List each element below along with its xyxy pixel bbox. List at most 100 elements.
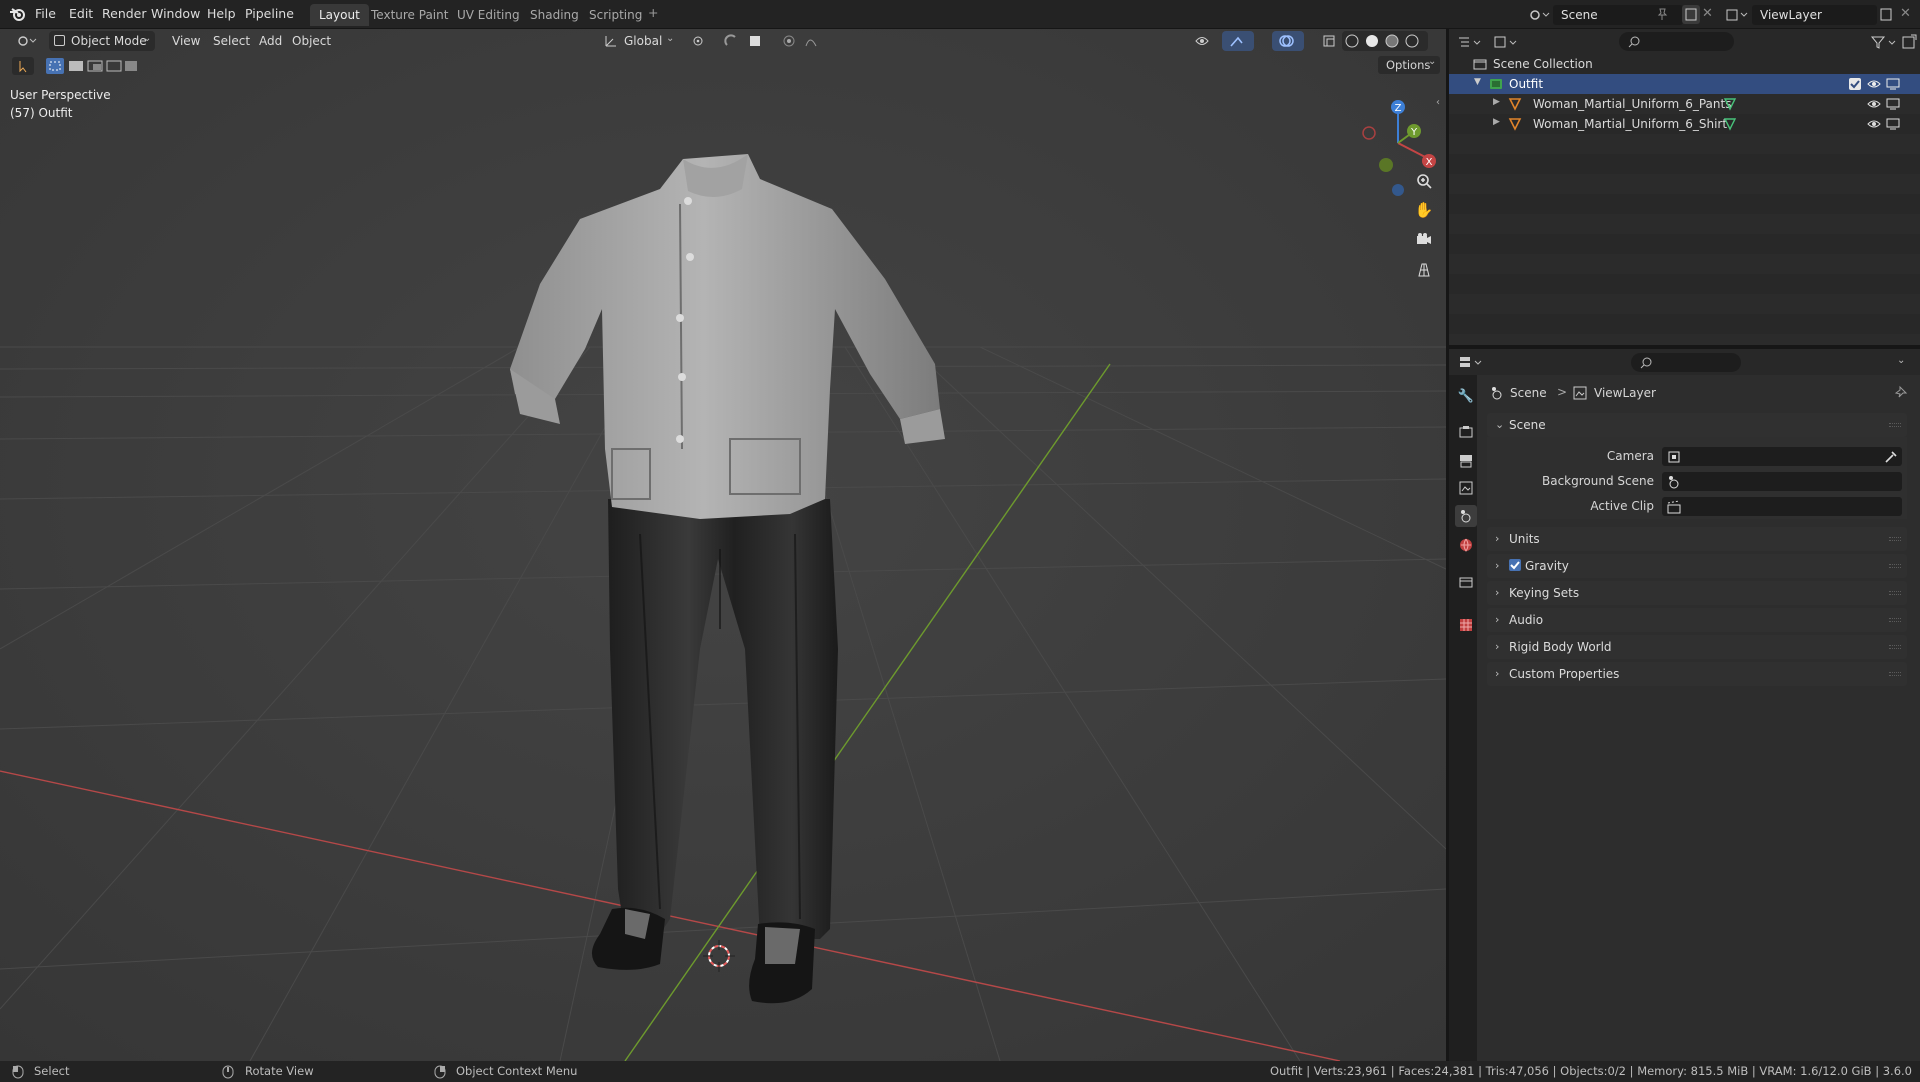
outliner-search-input[interactable] [1619,32,1734,51]
add-workspace-button[interactable]: + [648,5,658,20]
new-viewlayer-button[interactable] [1877,5,1895,24]
editor-type-icon[interactable] [11,31,41,51]
display-mode-icon[interactable] [1491,33,1521,53]
grid-perspective-icon[interactable] [1410,256,1438,284]
menu-window[interactable]: Window [151,6,200,21]
panel-grip[interactable] [1889,618,1901,622]
chevron-right-icon: › [1495,586,1500,599]
world-tab-icon[interactable] [1455,534,1477,556]
snap-icon[interactable] [718,31,740,51]
active-clip-field[interactable] [1662,497,1902,516]
outliner-row-scene-collection[interactable]: Scene Collection [1449,54,1920,74]
menu-edit[interactable]: Edit [69,6,93,21]
menu-view[interactable]: View [166,31,206,51]
panel-grip[interactable] [1889,564,1901,568]
panel-custom-properties[interactable]: › Custom Properties [1487,662,1907,686]
filter-icon[interactable] [1869,33,1899,53]
panel-audio[interactable]: › Audio [1487,608,1907,632]
pin-icon[interactable] [1894,385,1908,399]
expand-arrow-icon[interactable]: ▼ [1474,77,1481,87]
expand-arrow-icon[interactable]: ▶ [1493,97,1500,107]
tab-uv-editing[interactable]: UV Editing [448,4,529,26]
panel-units[interactable]: › Units [1487,527,1907,551]
breadcrumb-viewlayer: ViewLayer [1594,386,1656,400]
gizmo-z-label: Z [1395,103,1402,114]
gravity-checkbox[interactable] [1509,559,1521,571]
properties-editor-icon[interactable] [1457,353,1487,373]
collection-checkbox[interactable] [1849,78,1861,90]
scene-icon [1492,387,1502,400]
pin-scene-icon[interactable] [1655,7,1669,21]
tab-shading[interactable]: Shading [521,4,588,26]
chevron-right-icon: › [1495,613,1500,626]
proportional-edit-icon[interactable] [776,31,798,51]
tool-tab-icon[interactable]: 🔧 [1455,385,1477,407]
delete-viewlayer-icon[interactable]: ✕ [1900,6,1911,21]
tab-layout[interactable]: Layout [310,4,369,26]
visibility-icon[interactable] [1188,31,1218,51]
scene-tab-icon[interactable] [1455,505,1477,527]
delete-scene-icon[interactable]: ✕ [1702,6,1713,21]
texture-tab-icon[interactable] [1455,614,1477,636]
blender-logo-icon[interactable] [9,6,27,22]
select-tool-icon[interactable] [12,57,34,75]
view-layer-tab-icon[interactable] [1455,477,1477,499]
collection-tab-icon[interactable] [1455,571,1477,593]
menu-add[interactable]: Add [253,31,288,51]
render-tab-icon[interactable] [1455,421,1477,443]
panel-keying-sets[interactable]: › Keying Sets [1487,581,1907,605]
outliner-editor-icon[interactable] [1455,33,1485,53]
panel-grip[interactable] [1889,591,1901,595]
menu-select[interactable]: Select [207,31,256,51]
panel-grip[interactable] [1889,672,1901,676]
menu-help[interactable]: Help [207,6,236,21]
outliner-row-outfit[interactable]: ▼ Outfit [1449,74,1920,94]
panel-grip[interactable] [1889,645,1901,649]
snap-target-icon[interactable] [742,31,770,51]
panel-scene-header[interactable]: ⌄ Scene [1487,413,1907,437]
camera-view-icon[interactable] [1410,225,1438,253]
menu-pipeline[interactable]: Pipeline [245,6,294,21]
falloff-icon[interactable] [798,31,826,51]
gizmo-toggle-icon[interactable] [1222,31,1254,51]
new-scene-button[interactable] [1682,5,1700,24]
outliner-row-pants[interactable]: ▶ Woman_Martial_Uniform_6_Pants [1449,94,1920,114]
material-shading-icon [1385,34,1399,48]
breadcrumb: Scene > ViewLayer [1490,384,1890,404]
overlays-icon[interactable] [1272,31,1304,51]
camera-object-icon [1668,451,1680,463]
properties-search-input[interactable] [1631,353,1741,372]
viewlayer-browse-icon[interactable] [1724,5,1750,25]
options-dropdown[interactable]: Options ⌄ [1378,56,1440,74]
view-perspective-label: User Perspective [10,88,111,102]
camera-field[interactable] [1662,447,1902,466]
panel-rigid-body-world[interactable]: › Rigid Body World [1487,635,1907,659]
chevron-down-icon[interactable]: ⌄ [1897,355,1905,366]
panel-grip[interactable] [1889,537,1901,541]
transform-orientation-dropdown[interactable]: Global ⌄ [600,31,680,51]
background-scene-field[interactable] [1662,472,1902,491]
pan-hand-icon[interactable]: ✋ [1410,196,1438,224]
3d-viewport[interactable]: Object Mode ⌄ View Select Add Object Glo… [0,29,1446,1061]
monitor-icon [1886,78,1900,90]
menu-render[interactable]: Render [102,6,147,21]
tab-texture-paint[interactable]: Texture Paint [362,4,457,26]
zoom-icon[interactable] [1410,167,1438,195]
viewlayer-name-field[interactable]: ViewLayer [1752,5,1877,25]
new-collection-icon[interactable] [1901,33,1917,51]
outliner-row-shirt[interactable]: ▶ Woman_Martial_Uniform_6_Shirt [1449,114,1920,134]
expand-arrow-icon[interactable]: ▶ [1493,117,1500,127]
sidebar-toggle-icon[interactable]: ‹ [1436,97,1440,108]
menu-object[interactable]: Object [286,31,337,51]
object-mode-dropdown[interactable]: Object Mode ⌄ [49,31,155,51]
panel-grip[interactable] [1889,423,1901,427]
menu-file[interactable]: File [35,6,56,21]
pivot-point-icon[interactable] [686,31,714,51]
scene-browse-icon[interactable] [1527,5,1551,25]
selection-mode-buttons[interactable] [45,57,139,75]
xray-icon[interactable] [1316,31,1338,51]
tab-scripting[interactable]: Scripting [580,4,651,26]
mouse-right-icon [434,1065,446,1079]
output-tab-icon[interactable] [1455,450,1477,472]
panel-gravity[interactable]: › Gravity [1487,554,1907,578]
